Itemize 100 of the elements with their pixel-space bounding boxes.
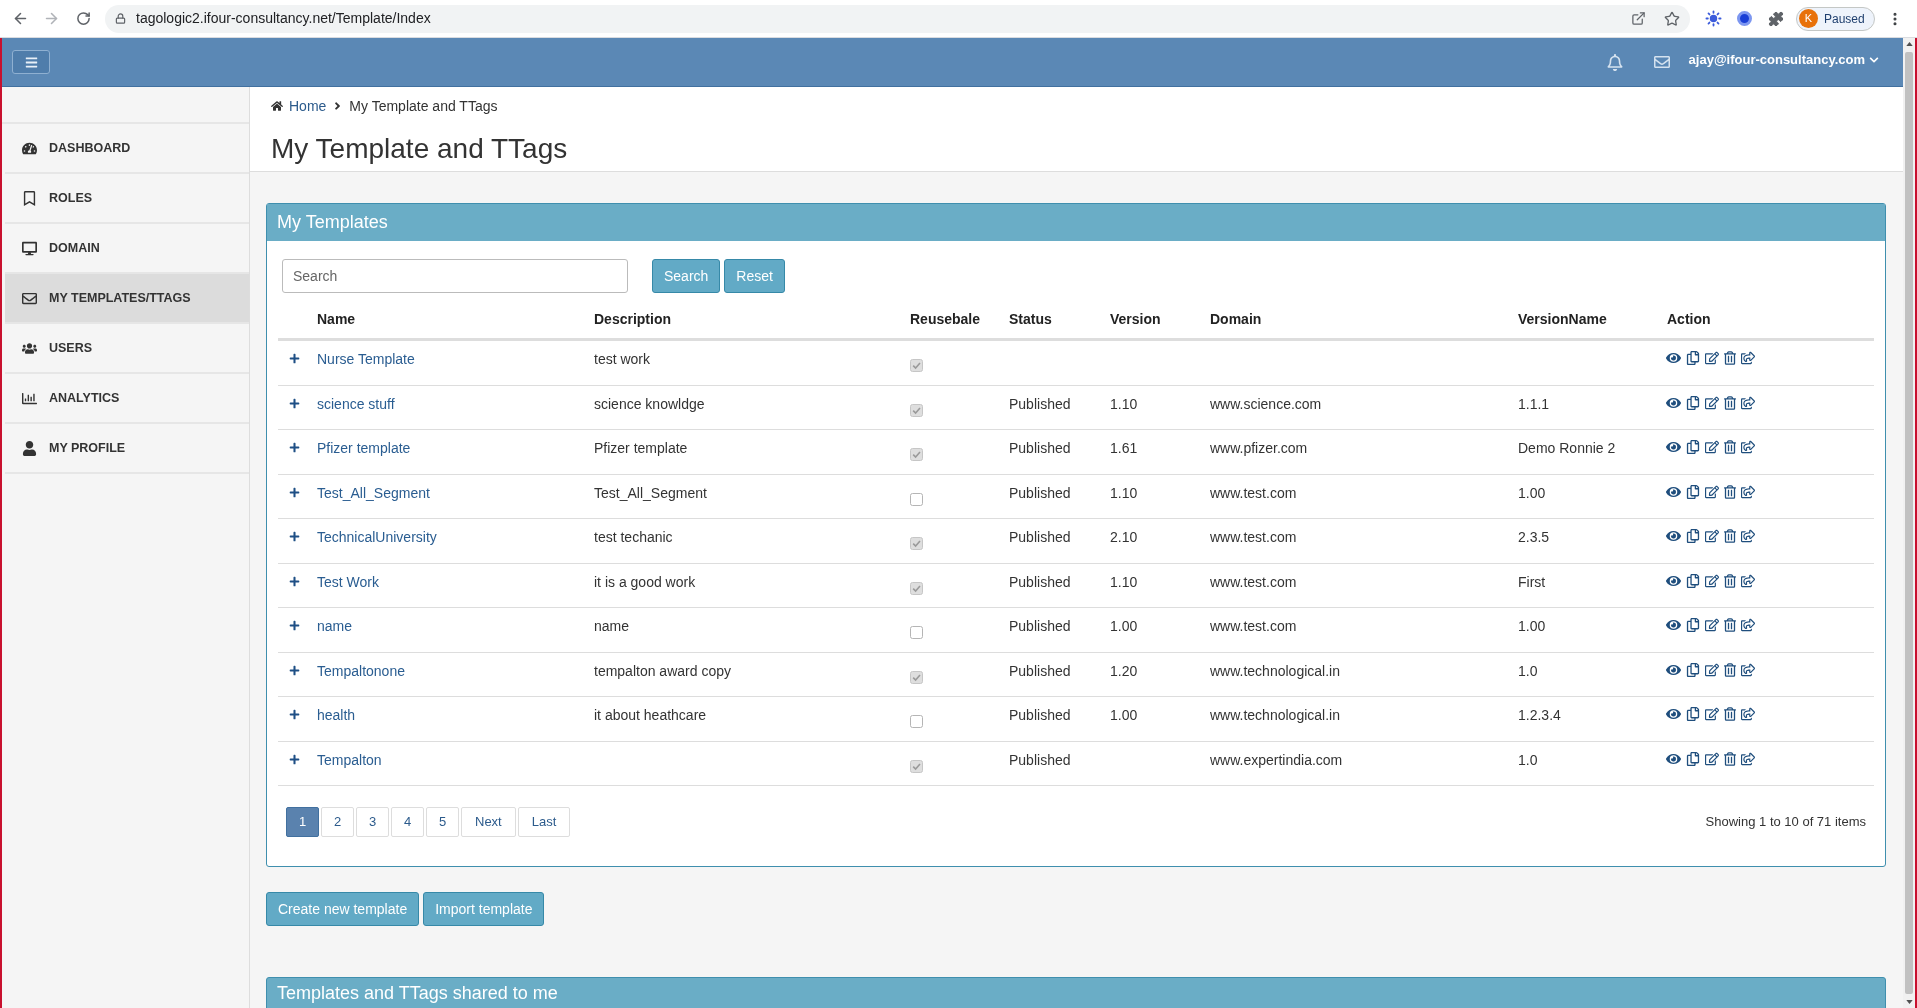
view-icon[interactable] [1666, 529, 1681, 543]
template-link[interactable]: TechnicalUniversity [317, 529, 437, 545]
page-button[interactable]: 1 [286, 807, 319, 837]
share-icon[interactable] [1741, 484, 1755, 499]
share-icon[interactable] [1741, 440, 1755, 454]
view-icon[interactable] [1666, 662, 1681, 677]
plus-icon[interactable] [289, 397, 300, 409]
template-link[interactable]: science stuff [317, 395, 395, 412]
plus-icon[interactable] [289, 620, 300, 631]
plus-icon[interactable] [289, 531, 300, 542]
trash-icon[interactable] [1724, 751, 1736, 766]
view-icon[interactable] [1666, 707, 1681, 721]
checkbox[interactable] [910, 759, 923, 773]
star-icon[interactable] [1664, 10, 1680, 27]
share-icon[interactable] [1741, 395, 1755, 410]
checkbox[interactable] [910, 403, 923, 417]
checkbox[interactable] [910, 670, 923, 684]
menu-toggle-button[interactable] [12, 50, 50, 74]
template-link[interactable]: Pfizer template [317, 440, 411, 456]
edit-icon[interactable] [1705, 529, 1719, 543]
copy-icon[interactable] [1686, 618, 1700, 632]
share-icon[interactable] [1741, 351, 1755, 365]
view-icon[interactable] [1666, 618, 1681, 632]
copy-icon[interactable] [1686, 440, 1700, 454]
share-icon[interactable] [1741, 751, 1755, 766]
checkbox[interactable] [910, 581, 923, 595]
copy-icon[interactable] [1686, 395, 1700, 410]
template-link[interactable]: name [317, 618, 353, 634]
edit-icon[interactable] [1705, 707, 1719, 721]
trash-icon[interactable] [1724, 484, 1736, 499]
template-link[interactable]: Tempaltonone [317, 662, 405, 679]
share-icon[interactable] [1741, 662, 1755, 677]
trash-icon[interactable] [1724, 618, 1736, 632]
reload-icon[interactable] [76, 11, 91, 26]
sidebar-item[interactable]: MY TEMPLATES/TTAGS [5, 274, 249, 324]
search-field[interactable]: Search [282, 259, 628, 293]
checkbox[interactable] [910, 715, 923, 728]
copy-icon[interactable] [1686, 707, 1700, 721]
view-icon[interactable] [1666, 573, 1681, 588]
back-icon[interactable] [12, 10, 29, 27]
sun-icon[interactable] [1705, 10, 1722, 27]
checkbox[interactable] [910, 448, 923, 461]
edit-icon[interactable] [1705, 440, 1719, 454]
edit-icon[interactable] [1705, 662, 1719, 677]
plus-icon[interactable] [289, 575, 300, 587]
trash-icon[interactable] [1724, 351, 1736, 365]
checkbox[interactable] [910, 537, 923, 550]
view-icon[interactable] [1666, 395, 1681, 410]
copy-icon[interactable] [1686, 573, 1700, 588]
share-icon[interactable] [1741, 573, 1755, 588]
scrollbar[interactable] [1903, 38, 1917, 1008]
template-link[interactable]: Test Work [317, 573, 379, 590]
scrollbar-thumb[interactable] [1905, 52, 1913, 994]
profile-button[interactable]: K Paused [1796, 6, 1875, 31]
puzzle-icon[interactable] [1768, 10, 1784, 27]
scroll-up-icon[interactable] [1905, 42, 1913, 46]
edit-icon[interactable] [1705, 484, 1719, 499]
copy-icon[interactable] [1686, 751, 1700, 766]
view-icon[interactable] [1666, 751, 1681, 766]
plus-icon[interactable] [289, 664, 300, 676]
view-icon[interactable] [1666, 440, 1681, 454]
page-button[interactable]: 2 [321, 807, 354, 837]
edit-icon[interactable] [1705, 395, 1719, 410]
page-button[interactable]: 5 [426, 807, 459, 837]
checkbox[interactable] [910, 626, 923, 639]
trash-icon[interactable] [1724, 573, 1736, 588]
copy-icon[interactable] [1686, 662, 1700, 677]
plus-icon[interactable] [289, 486, 300, 498]
share-icon[interactable] [1741, 707, 1755, 721]
template-link[interactable]: Nurse Template [317, 351, 415, 367]
trash-icon[interactable] [1724, 395, 1736, 410]
page-button[interactable]: 4 [391, 807, 424, 837]
address-bar[interactable]: tagologic2.ifour-consultancy.net/Template/Index [105, 4, 1690, 33]
plus-icon[interactable] [289, 442, 300, 453]
breadcrumb-link[interactable]: Home [289, 95, 327, 117]
user-menu-button[interactable]: ajay@ifour-consultancy.com [1688, 50, 1879, 70]
edit-icon[interactable] [1705, 751, 1719, 766]
trash-icon[interactable] [1724, 707, 1736, 721]
share-icon[interactable] [1741, 618, 1755, 632]
plus-icon[interactable] [289, 753, 300, 765]
plus-icon[interactable] [289, 353, 300, 364]
scroll-down-icon[interactable] [1905, 1000, 1913, 1004]
trash-icon[interactable] [1724, 440, 1736, 454]
share-icon[interactable] [1631, 11, 1646, 26]
checkbox[interactable] [910, 359, 923, 372]
view-icon[interactable] [1666, 351, 1681, 365]
trash-icon[interactable] [1724, 529, 1736, 543]
share-icon[interactable] [1741, 529, 1755, 543]
page-button[interactable]: 3 [356, 807, 389, 837]
trash-icon[interactable] [1724, 662, 1736, 677]
view-icon[interactable] [1666, 484, 1681, 499]
template-link[interactable]: Test_All_Segment [317, 484, 430, 501]
checkbox[interactable] [910, 492, 923, 506]
page-button[interactable]: Last [517, 807, 571, 837]
copy-icon[interactable] [1686, 351, 1700, 365]
bell-icon[interactable] [1606, 53, 1623, 71]
copy-icon[interactable] [1686, 484, 1700, 499]
edit-icon[interactable] [1705, 351, 1719, 365]
lock-icon[interactable] [115, 13, 126, 24]
edit-icon[interactable] [1705, 573, 1719, 588]
